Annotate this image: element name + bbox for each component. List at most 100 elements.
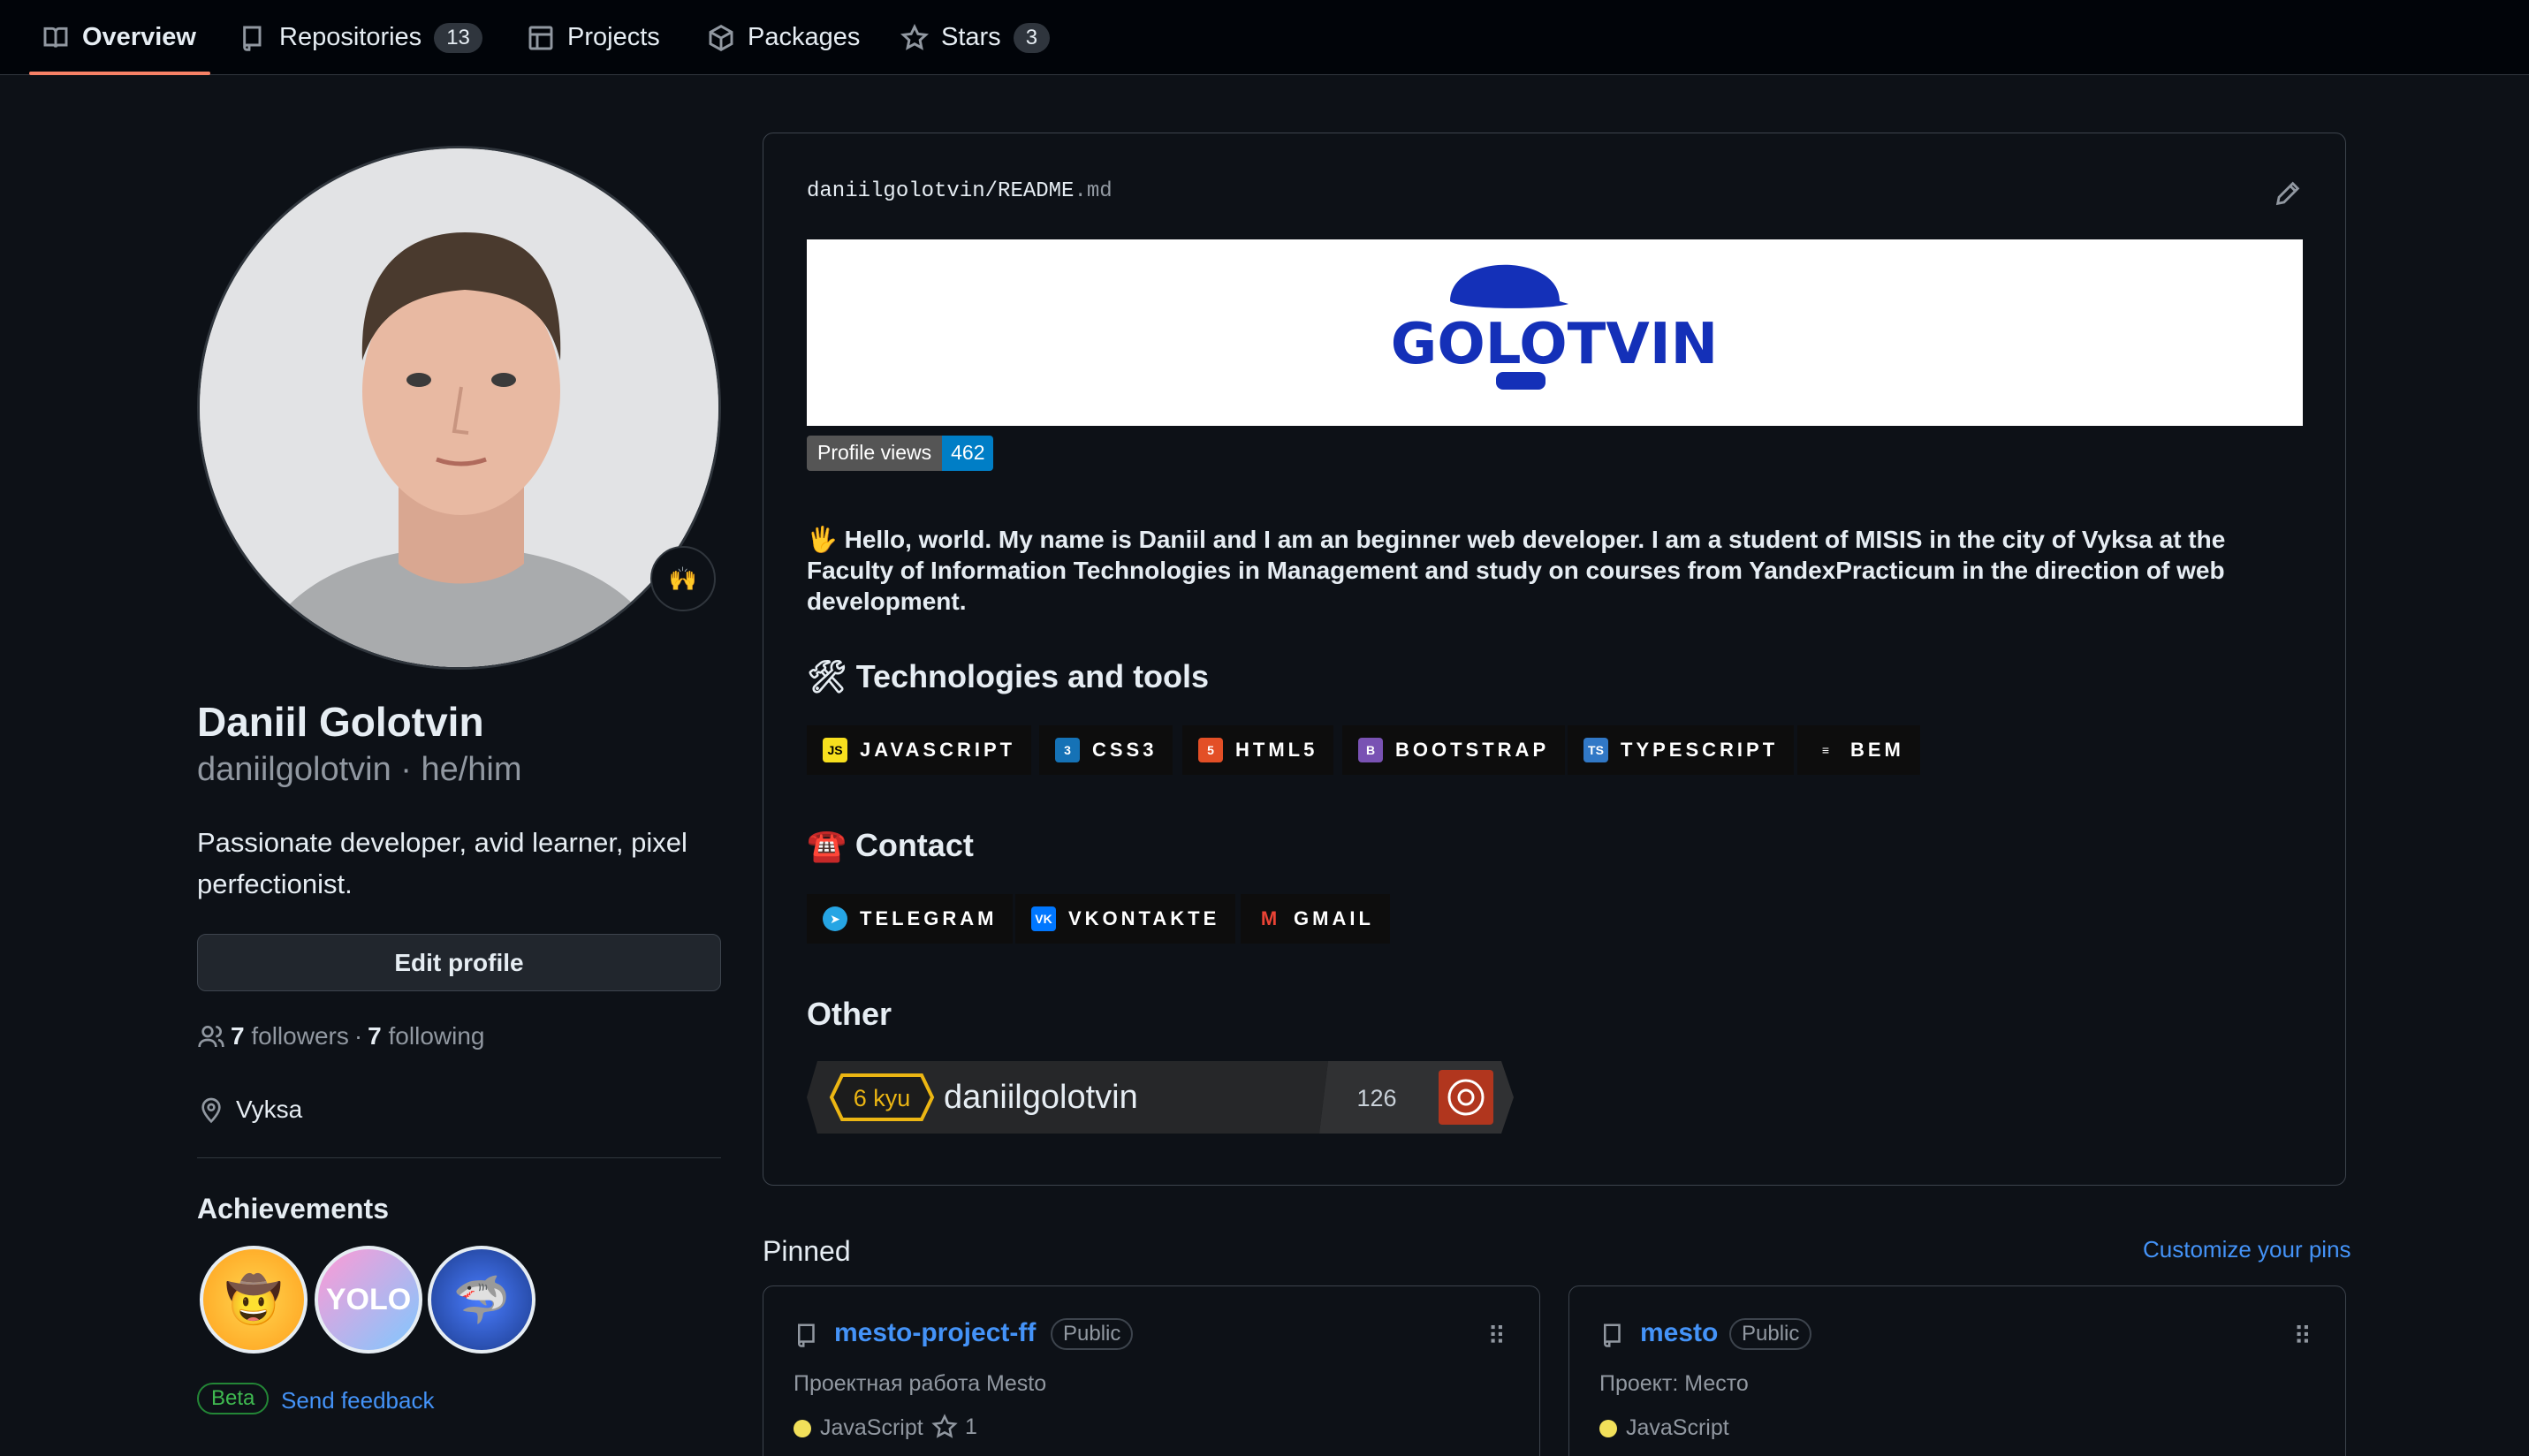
table-icon: [528, 26, 553, 49]
gmail-icon: M: [1260, 907, 1278, 929]
send-feedback-link[interactable]: Send feedback: [281, 1387, 434, 1414]
repositories-count: 13: [434, 22, 482, 53]
repo-description: Проектная работа Mesto: [794, 1371, 1047, 1396]
followers-link[interactable]: 7 followers: [231, 1022, 349, 1050]
banner-logo-text: GOLOTVIN: [1391, 312, 1718, 377]
language-color-dot: [794, 1419, 811, 1437]
typescript-badge: TS TYPESCRIPT: [1568, 725, 1795, 775]
location-text: Vyksa: [236, 1096, 303, 1123]
sidebar-divider: [197, 1157, 721, 1158]
bem-icon: ≡: [1821, 743, 1830, 757]
package-icon: [709, 24, 733, 51]
repo-description: Проект: Место: [1599, 1371, 1749, 1396]
tab-label: Stars: [941, 23, 1001, 51]
codewars-user: daniilgolotvin: [944, 1079, 1138, 1116]
telegram-badge[interactable]: ➤ TELEGRAM: [807, 894, 1014, 944]
profile-name: Daniil Golotvin: [197, 699, 484, 745]
codewars-badge[interactable]: 6 kyu daniilgolotvin 126: [807, 1061, 1514, 1134]
shark-icon: 🦈: [452, 1274, 511, 1326]
location-pin-icon: [201, 1097, 221, 1124]
raising-hands-icon: 🙌: [668, 565, 698, 592]
repo-icon: [798, 1323, 815, 1347]
profile-login: daniilgolotvin · he/him: [197, 751, 522, 788]
vkontakte-badge[interactable]: VK VKONTAKTE: [1015, 894, 1236, 944]
tab-packages[interactable]: Packages: [707, 0, 860, 75]
pencil-icon[interactable]: [2273, 178, 2303, 209]
repo-language: JavaScript: [794, 1415, 923, 1441]
status-emoji-button[interactable]: 🙌: [650, 546, 716, 611]
repo-stars-link[interactable]: 1: [931, 1414, 977, 1440]
location: Vyksa: [197, 1096, 302, 1124]
achievement-badge-yolo[interactable]: YOLO: [315, 1246, 422, 1354]
readme-owner-link[interactable]: daniilgolotvin: [807, 179, 985, 203]
tab-label: Overview: [82, 23, 196, 51]
tab-label: Packages: [748, 23, 861, 51]
typescript-icon: TS: [1583, 738, 1608, 762]
tab-label: Projects: [567, 23, 660, 51]
other-heading: Other: [807, 996, 892, 1032]
achievements-title[interactable]: Achievements: [197, 1193, 389, 1225]
drag-handle-icon[interactable]: ⠿: [2293, 1322, 2312, 1351]
repo-name-link[interactable]: mesto-project-ff: [834, 1318, 1036, 1348]
readme-banner: GOLOTVIN: [807, 239, 2303, 426]
tab-stars[interactable]: Stars 3: [900, 0, 1051, 75]
javascript-badge: JS JAVASCRIPT: [807, 725, 1032, 775]
stars-count: 3: [1013, 22, 1051, 53]
drag-handle-icon[interactable]: ⠿: [1487, 1322, 1506, 1351]
avatar-photo: [200, 148, 718, 667]
repo-name-link[interactable]: mesto: [1640, 1318, 1718, 1348]
visibility-badge: Public: [1729, 1318, 1812, 1350]
profile-bio: Passionate developer, avid learner, pixe…: [197, 827, 687, 899]
css3-badge: 3 CSS3: [1039, 725, 1173, 775]
beta-label: Beta: [197, 1383, 270, 1414]
achievement-badge-cowboy[interactable]: 🤠: [200, 1246, 308, 1354]
tab-projects[interactable]: Projects: [527, 0, 660, 75]
pinned-repo-card: mesto Public ⠿ Проект: Место JavaScript: [1568, 1285, 2346, 1456]
readme-path: daniilgolotvin/README.md: [807, 179, 1113, 203]
gmail-badge[interactable]: M GMAIL: [1241, 894, 1390, 944]
yolo-icon: YOLO: [325, 1282, 412, 1316]
repo-icon: [1604, 1323, 1621, 1347]
javascript-icon: JS: [823, 738, 847, 762]
profile-views-count: 462: [942, 436, 994, 471]
edit-profile-button[interactable]: Edit profile: [197, 934, 721, 991]
book-icon: [43, 27, 68, 48]
readme-file-link[interactable]: README: [998, 179, 1074, 203]
avatar[interactable]: [197, 146, 721, 670]
profile-views-badge: Profile views 462: [807, 436, 994, 471]
star-icon: [900, 23, 929, 50]
golotvin-logo: GOLOTVIN: [1391, 264, 1718, 390]
tech-heading: 🛠 Technologies and tools: [807, 658, 1210, 694]
profile-views-label: Profile views: [807, 436, 943, 471]
pinned-repo-card: mesto-project-ff Public ⠿ Проектная рабо…: [763, 1285, 1540, 1456]
language-color-dot: [1599, 1419, 1617, 1437]
bootstrap-badge: B BOOTSTRAP: [1342, 725, 1566, 775]
follow-stats: 7 followers · 7 following: [197, 1022, 484, 1050]
pinned-title: Pinned: [763, 1235, 851, 1267]
codewars-honor: 126: [1356, 1085, 1396, 1111]
tab-overview[interactable]: Overview: [29, 0, 210, 75]
people-icon: [198, 1026, 224, 1048]
profile-tabs-bar: Overview Repositories 13 Projects Packag…: [0, 0, 2529, 75]
cowboy-icon: 🤠: [224, 1274, 283, 1326]
contact-heading: ☎️ Contact: [807, 827, 974, 863]
readme-intro: 🖐 Hello, world. My name is Daniil and I …: [807, 526, 2226, 615]
star-icon: [931, 1414, 958, 1438]
html5-icon: 5: [1198, 738, 1223, 762]
codewars-rank: 6 kyu: [854, 1085, 911, 1111]
bem-badge: ≡ BEM: [1797, 725, 1920, 775]
tab-label: Repositories: [279, 23, 422, 51]
customize-pins-link[interactable]: Customize your pins: [2143, 1236, 2351, 1263]
visibility-badge: Public: [1051, 1318, 1134, 1350]
html5-badge: 5 HTML5: [1182, 725, 1334, 775]
achievement-badge-shark[interactable]: 🦈: [428, 1246, 535, 1354]
following-link[interactable]: 7 following: [368, 1022, 484, 1050]
repo-language: JavaScript: [1599, 1415, 1729, 1441]
css3-icon: 3: [1055, 738, 1080, 762]
tab-repositories[interactable]: Repositories 13: [239, 0, 482, 75]
vk-icon: VK: [1031, 906, 1056, 931]
repo-icon: [243, 26, 262, 51]
follow-separator: ·: [353, 1022, 363, 1050]
bootstrap-icon: B: [1358, 738, 1383, 762]
telegram-icon: ➤: [823, 906, 847, 931]
